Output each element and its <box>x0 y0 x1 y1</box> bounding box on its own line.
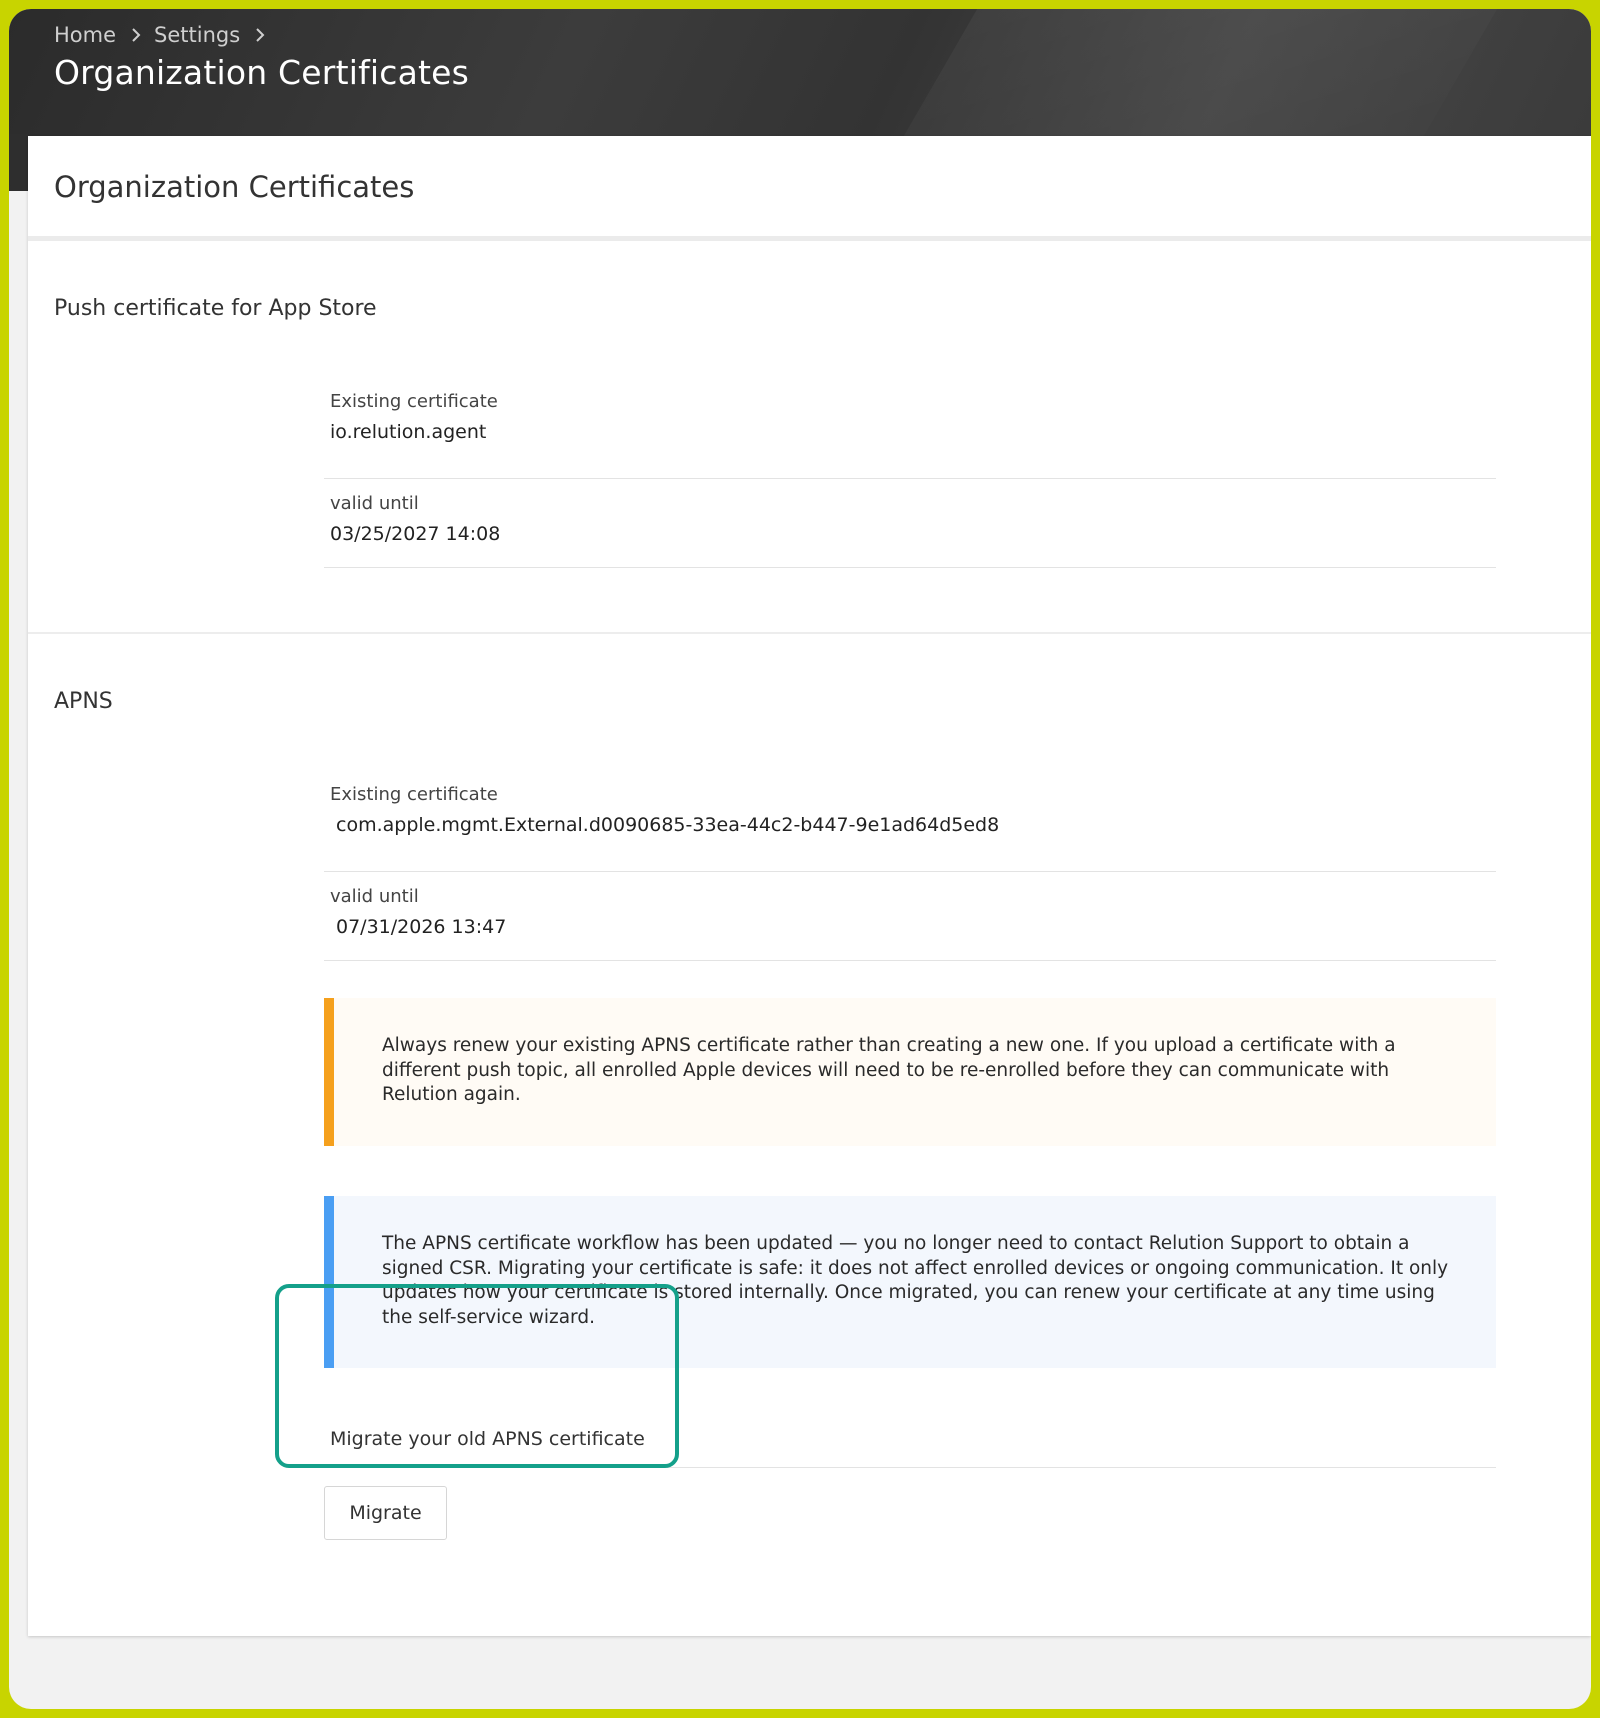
existing-certificate-field: Existing certificate com.apple.mgmt.Exte… <box>324 784 1496 872</box>
info-callout: The APNS certificate workflow has been u… <box>324 1196 1496 1368</box>
info-text: The APNS certificate workflow has been u… <box>382 1233 1449 1328</box>
app-frame: Home Settings Organization Certificates … <box>9 9 1591 1709</box>
push-certificate-section: Push certificate for App Store Existing … <box>28 241 1591 634</box>
field-label: Existing certificate <box>330 391 498 412</box>
valid-until-field: valid until 07/31/2026 13:47 <box>324 872 1496 961</box>
breadcrumb-settings[interactable]: Settings <box>154 23 240 47</box>
section-title: APNS <box>54 689 113 714</box>
field-label: Existing certificate <box>330 784 498 805</box>
valid-until-field: valid until 03/25/2027 14:08 <box>324 479 1496 568</box>
field-label: valid until <box>330 886 419 907</box>
section-title: Push certificate for App Store <box>54 296 377 321</box>
page-title: Organization Certificates <box>54 53 470 92</box>
warning-text: Always renew your existing APNS certific… <box>382 1035 1396 1105</box>
panel-header: Organization Certificates <box>28 136 1591 241</box>
panel-title: Organization Certificates <box>54 170 415 204</box>
breadcrumb: Home Settings <box>54 23 278 47</box>
field-value: 07/31/2026 13:47 <box>336 916 507 938</box>
field-value: com.apple.mgmt.External.d0090685-33ea-44… <box>336 814 1000 836</box>
warning-callout: Always renew your existing APNS certific… <box>324 998 1496 1146</box>
chevron-right-icon <box>128 27 144 43</box>
migrate-label: Migrate your old APNS certificate <box>330 1428 645 1450</box>
breadcrumb-home[interactable]: Home <box>54 23 116 47</box>
apns-section: APNS Existing certificate com.apple.mgmt… <box>28 634 1591 1634</box>
existing-certificate-field: Existing certificate io.relution.agent <box>324 391 1496 479</box>
chevron-right-icon <box>252 27 268 43</box>
sidebar-edge <box>9 134 28 184</box>
certificates-panel: Organization Certificates Push certifica… <box>28 136 1591 1636</box>
field-label: valid until <box>330 493 419 514</box>
field-value: io.relution.agent <box>330 421 487 443</box>
divider <box>324 1467 1496 1468</box>
migrate-button[interactable]: Migrate <box>324 1486 447 1540</box>
field-value: 03/25/2027 14:08 <box>330 523 501 545</box>
